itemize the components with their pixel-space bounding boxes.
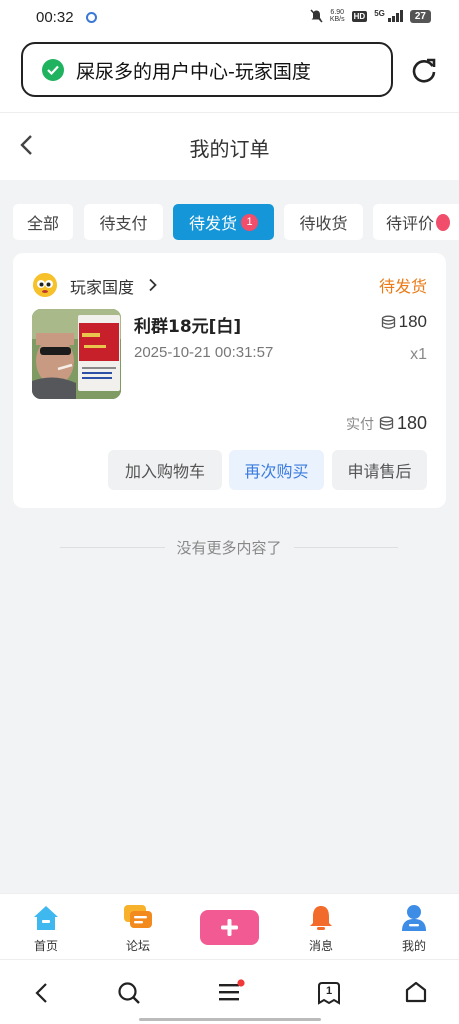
home-icon bbox=[34, 906, 58, 930]
bottom-nav: 首页 论坛 消息 我的 bbox=[0, 893, 459, 959]
home-button-icon[interactable] bbox=[404, 980, 428, 1004]
divider bbox=[60, 546, 165, 548]
notification-app-icon bbox=[86, 12, 97, 23]
battery-icon: 27 bbox=[409, 9, 431, 23]
search-icon[interactable] bbox=[117, 981, 141, 1005]
paid-amount: 180 bbox=[396, 413, 427, 433]
coin-stack-icon bbox=[379, 416, 394, 430]
list-end-text: 没有更多内容了 bbox=[176, 538, 282, 557]
browser-address-bar: 屎尿多的用户中心-玩家国度 bbox=[0, 36, 459, 112]
menu-icon[interactable] bbox=[217, 979, 247, 1005]
signal-icon bbox=[387, 10, 403, 22]
bell-icon bbox=[310, 906, 332, 930]
shop-avatar bbox=[33, 273, 57, 297]
shop-name[interactable]: 玩家国度 bbox=[70, 274, 134, 298]
after-sales-button[interactable]: 申请售后 bbox=[332, 450, 427, 490]
divider bbox=[293, 546, 399, 548]
create-post-button[interactable] bbox=[200, 910, 259, 945]
hd-indicator: HD bbox=[351, 10, 368, 22]
order-card[interactable]: 玩家国度 待发货 利群18元[白] 2025-10-21 00:31:57 18… bbox=[13, 253, 446, 508]
product-price: 180 bbox=[381, 312, 427, 332]
paid-amount-row: 实付 180 bbox=[346, 413, 427, 434]
back-nav-icon[interactable] bbox=[31, 981, 53, 1005]
network-type: 5G bbox=[374, 9, 385, 18]
tabs-count: 1 bbox=[325, 985, 333, 997]
tab-pending-review[interactable]: 待评价 bbox=[373, 204, 459, 240]
tab-badge-partial bbox=[436, 213, 451, 231]
status-time: 00:32 bbox=[36, 9, 74, 26]
page-title: 我的订单 bbox=[189, 137, 270, 161]
tab-badge: 1 bbox=[241, 213, 258, 231]
tab-pending-shipment[interactable]: 待发货 1 bbox=[173, 204, 274, 240]
coin-stack-icon bbox=[381, 315, 395, 329]
url-field[interactable]: 屎尿多的用户中心-玩家国度 bbox=[21, 42, 393, 97]
add-to-cart-button[interactable]: 加入购物车 bbox=[108, 450, 222, 490]
reload-icon[interactable] bbox=[409, 56, 439, 86]
product-image[interactable] bbox=[32, 309, 121, 399]
page-header: 我的订单 bbox=[0, 112, 459, 180]
browser-bottom-toolbar: 1 bbox=[0, 959, 459, 1024]
list-end-indicator: 没有更多内容了 bbox=[60, 535, 399, 559]
user-profile-icon bbox=[402, 905, 426, 931]
nav-mine[interactable]: 我的 bbox=[384, 894, 444, 960]
tab-pending-payment[interactable]: 待支付 bbox=[84, 204, 163, 240]
product-name[interactable]: 利群18元[白] bbox=[134, 312, 241, 337]
paid-label: 实付 bbox=[345, 416, 374, 433]
secure-check-icon bbox=[42, 59, 64, 81]
forum-chat-icon bbox=[124, 905, 152, 928]
mute-bell-icon bbox=[310, 9, 323, 23]
tab-all[interactable]: 全部 bbox=[13, 204, 73, 240]
net-speed: 6.90 KB/s bbox=[329, 9, 345, 23]
status-icons: 6.90 KB/s HD 5G 27 bbox=[310, 9, 431, 23]
url-page-title: 屎尿多的用户中心-玩家国度 bbox=[76, 61, 311, 83]
nav-home[interactable]: 首页 bbox=[16, 894, 76, 960]
order-status-tabs: 全部 待支付 待发货 1 待收货 待评价 bbox=[13, 204, 459, 240]
product-quantity: x1 bbox=[410, 346, 427, 363]
buy-again-button[interactable]: 再次购买 bbox=[229, 450, 324, 490]
order-time: 2025-10-21 00:31:57 bbox=[134, 344, 274, 361]
tab-pending-receipt[interactable]: 待收货 bbox=[284, 204, 363, 240]
plus-icon bbox=[221, 919, 238, 936]
nav-messages[interactable]: 消息 bbox=[291, 894, 351, 960]
order-status: 待发货 bbox=[378, 277, 427, 296]
chevron-right-icon bbox=[149, 278, 157, 292]
nav-forum[interactable]: 论坛 bbox=[108, 894, 168, 960]
tabs-icon[interactable]: 1 bbox=[316, 980, 342, 1006]
status-bar: 00:32 6.90 KB/s HD 5G 27 bbox=[0, 0, 459, 36]
home-indicator bbox=[139, 1018, 321, 1021]
